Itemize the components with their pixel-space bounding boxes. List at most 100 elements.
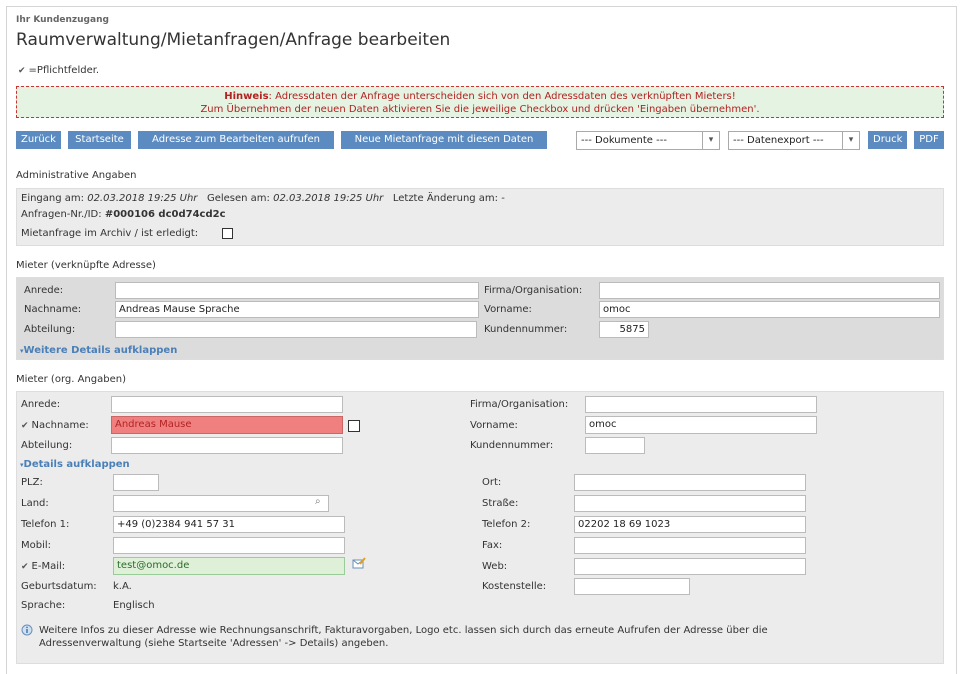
search-icon[interactable]: ⌕ — [315, 496, 321, 507]
notice-label: Hinweis — [224, 91, 269, 102]
admin-dates-row: Eingang am: 02.03.2018 19:25 Uhr Gelesen… — [21, 193, 505, 204]
notice-line-1: Hinweis: Adressdaten der Anfrage untersc… — [17, 90, 943, 103]
org-land-label: Land: — [21, 498, 49, 509]
org-email-label: E-Mail: — [31, 561, 66, 572]
org-sprache-value: Englisch — [113, 600, 155, 611]
notice-box: Hinweis: Adressdaten der Anfrage untersc… — [16, 86, 944, 118]
org-geburt-label: Geburtsdatum: — [21, 581, 97, 592]
org-kundennr-label: Kundennummer: — [470, 440, 554, 451]
org-web-label: Web: — [482, 561, 508, 572]
linked-nachname-label: Nachname: — [24, 304, 82, 315]
org-kundennr-input[interactable] — [585, 437, 645, 454]
export-select[interactable]: --- Datenexport --- ▾ — [728, 131, 860, 150]
edit-mail-icon[interactable] — [352, 557, 366, 569]
org-abteilung-input[interactable] — [111, 437, 343, 454]
admin-section-title: Administrative Angaben — [16, 170, 137, 181]
org-tel2-label: Telefon 2: — [482, 519, 531, 530]
archive-label: Mietanfrage im Archiv / ist erledigt: — [21, 228, 199, 239]
pdf-button[interactable]: PDF — [914, 131, 944, 149]
org-kosten-input[interactable] — [574, 578, 690, 595]
linked-more-details-text: Weitere Details aufklappen — [23, 345, 178, 356]
org-geburt-value: k.A. — [113, 581, 132, 592]
org-strasse-label: Straße: — [482, 498, 519, 509]
checkmark-icon: ✔ — [18, 66, 26, 76]
linked-section-title: Mieter (verknüpfte Adresse) — [16, 260, 156, 271]
linked-anrede-field — [115, 282, 479, 299]
required-note-text: =Pflichtfelder. — [28, 65, 100, 76]
changed-label: Letzte Änderung am: — [392, 193, 499, 204]
org-fax-input[interactable] — [574, 537, 806, 554]
org-ort-label: Ort: — [482, 477, 502, 488]
changed-value: - — [501, 193, 505, 204]
org-info-line-1: Weitere Infos zu dieser Adresse wie Rech… — [39, 625, 768, 636]
org-details-link[interactable]: ▾Details aufklappen — [20, 459, 130, 470]
org-plz-input[interactable] — [113, 474, 159, 491]
notice-text-2: Zum Übernehmen der neuen Daten aktiviere… — [200, 104, 760, 115]
org-anrede-input[interactable] — [111, 396, 343, 413]
org-tel1-label: Telefon 1: — [21, 519, 70, 530]
org-nachname-apply-checkbox[interactable] — [348, 420, 360, 432]
checkmark-icon: ✔ — [21, 562, 29, 572]
id-label: Anfragen-Nr./ID: — [21, 209, 102, 220]
org-firma-label: Firma/Organisation: — [470, 399, 569, 410]
org-tel2-input[interactable]: 02202 18 69 1023 — [574, 516, 806, 533]
linked-firma-field — [599, 282, 940, 299]
original-section-title: Mieter (org. Angaben) — [16, 374, 126, 385]
documents-select[interactable]: --- Dokumente --- ▾ — [576, 131, 720, 150]
received-label: Eingang am: — [21, 193, 85, 204]
org-vorname-input[interactable]: omoc — [585, 416, 817, 434]
org-kosten-label: Kostenstelle: — [482, 581, 547, 592]
org-sprache-label: Sprache: — [21, 600, 66, 611]
linked-anrede-label: Anrede: — [24, 285, 64, 296]
linked-kundennr-field: 5875 — [599, 321, 649, 338]
org-abteilung-label: Abteilung: — [21, 440, 73, 451]
export-select-value: --- Datenexport --- — [733, 135, 824, 146]
org-nachname-input[interactable]: Andreas Mause — [111, 416, 343, 434]
org-mobil-label: Mobil: — [21, 540, 52, 551]
new-request-button[interactable]: Neue Mietanfrage mit diesen Daten — [341, 131, 547, 149]
org-tel1-input[interactable]: +49 (0)2384 941 57 31 — [113, 516, 345, 533]
chevron-down-icon: ▾ — [702, 132, 719, 149]
edit-address-button[interactable]: Adresse zum Bearbeiten aufrufen — [138, 131, 334, 149]
org-strasse-input[interactable] — [574, 495, 806, 512]
org-mobil-input[interactable] — [113, 537, 345, 554]
received-value: 02.03.2018 19:25 Uhr — [87, 193, 198, 204]
linked-vorname-field: omoc — [599, 301, 940, 318]
org-nachname-label-row: ✔ Nachname: — [21, 420, 89, 431]
org-ort-input[interactable] — [574, 474, 806, 491]
section-small-title: Ihr Kundenzugang — [16, 15, 109, 25]
required-note: ✔ =Pflichtfelder. — [18, 65, 99, 76]
org-plz-label: PLZ: — [21, 477, 43, 488]
linked-abteilung-label: Abteilung: — [24, 324, 76, 335]
linked-vorname-label: Vorname: — [484, 304, 532, 315]
archive-checkbox[interactable] — [222, 228, 233, 239]
admin-id-row: Anfragen-Nr./ID: #000106 dc0d74cd2c — [21, 209, 226, 220]
documents-select-value: --- Dokumente --- — [581, 135, 667, 146]
read-value: 02.03.2018 19:25 Uhr — [273, 193, 384, 204]
back-button[interactable]: Zurück — [16, 131, 61, 149]
notice-text-1: : Adressdaten der Anfrage unterscheiden … — [268, 91, 736, 102]
org-anrede-label: Anrede: — [21, 399, 61, 410]
org-vorname-label: Vorname: — [470, 420, 518, 431]
org-land-input[interactable] — [113, 495, 329, 512]
chevron-down-icon: ▾ — [842, 132, 859, 149]
start-button[interactable]: Startseite — [68, 131, 131, 149]
checkmark-icon: ✔ — [21, 421, 29, 431]
print-button[interactable]: Druck — [868, 131, 907, 149]
org-info-text: Weitere Infos zu dieser Adresse wie Rech… — [39, 624, 768, 650]
linked-abteilung-field — [115, 321, 477, 338]
org-email-label-row: ✔ E-Mail: — [21, 561, 65, 572]
linked-kundennr-label: Kundennummer: — [484, 324, 568, 335]
org-web-input[interactable] — [574, 558, 806, 575]
id-value: #000106 dc0d74cd2c — [104, 209, 226, 220]
org-fax-label: Fax: — [482, 540, 503, 551]
org-firma-input[interactable] — [585, 396, 817, 413]
page-title: Raumverwaltung/Mietanfragen/Anfrage bear… — [16, 30, 451, 50]
linked-nachname-field: Andreas Mause Sprache — [115, 301, 479, 318]
org-details-text: Details aufklappen — [23, 459, 130, 470]
info-icon — [21, 624, 33, 636]
linked-firma-label: Firma/Organisation: — [484, 285, 583, 296]
linked-more-details-link[interactable]: ▾Weitere Details aufklappen — [20, 345, 177, 356]
org-email-input[interactable]: test@omoc.de — [113, 557, 345, 575]
org-nachname-label: Nachname: — [31, 420, 89, 431]
